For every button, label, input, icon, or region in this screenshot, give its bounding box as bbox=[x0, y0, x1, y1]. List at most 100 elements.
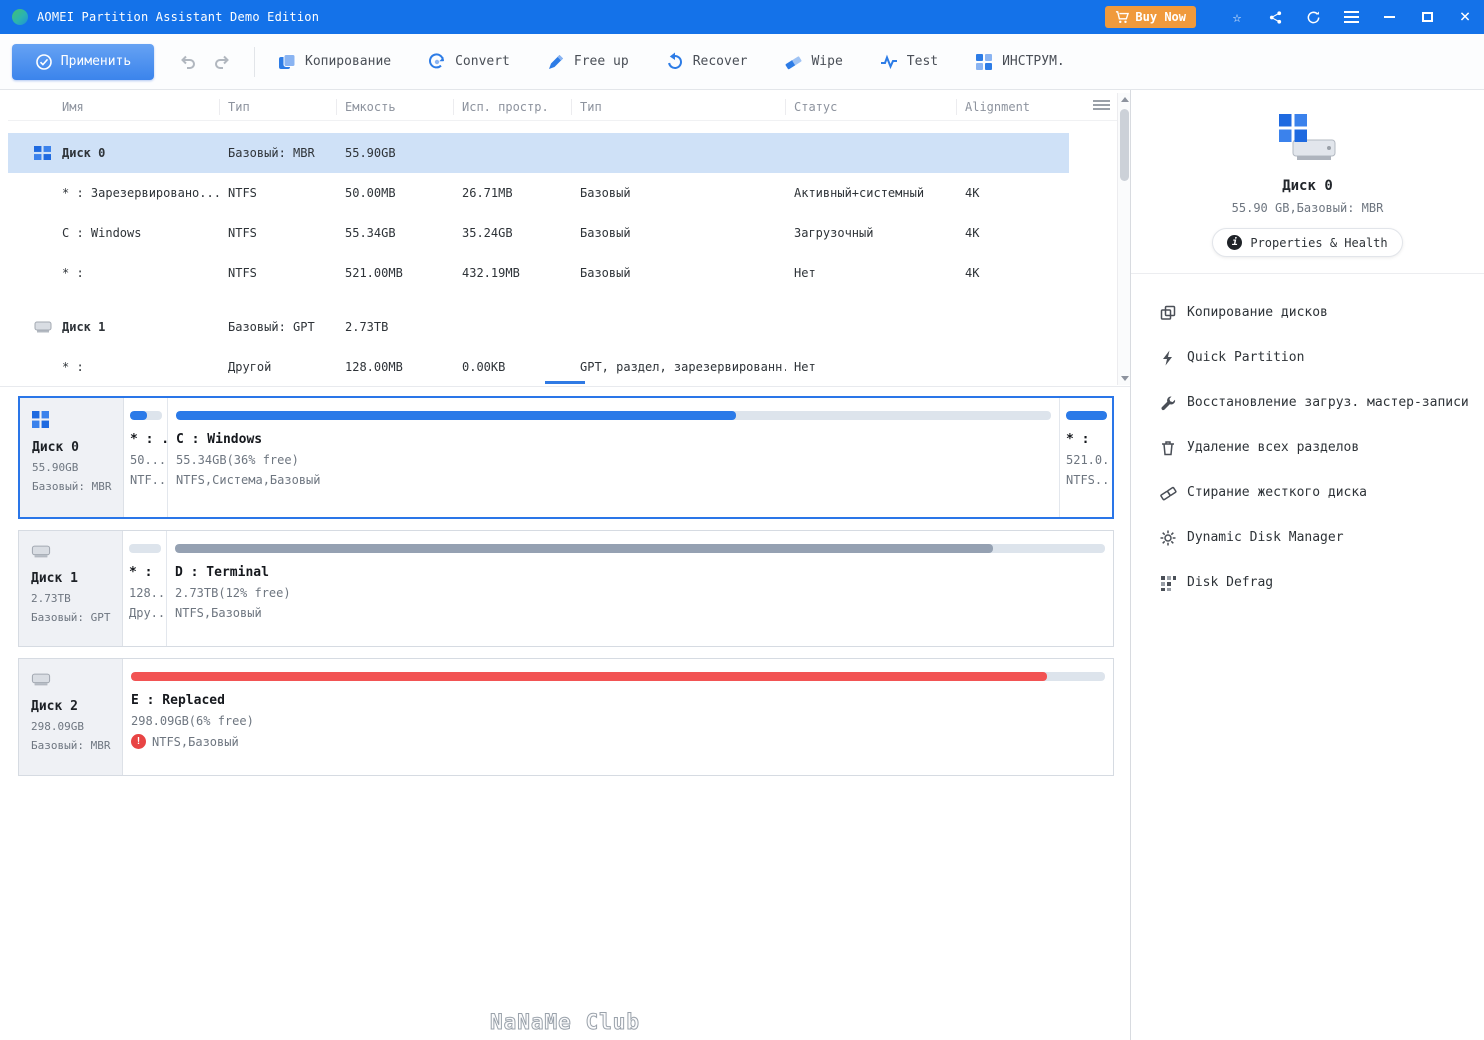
partition-cell-system[interactable]: * : 521.0... NTFS... bbox=[1060, 398, 1112, 517]
column-header-type[interactable]: Тип bbox=[572, 98, 786, 115]
column-header-name[interactable]: Имя bbox=[8, 98, 220, 115]
toolbar-item-freeup[interactable]: Free up bbox=[546, 52, 629, 72]
defrag-icon bbox=[1161, 575, 1176, 591]
sidebar-item-quick-partition[interactable]: Quick Partition bbox=[1131, 335, 1484, 380]
properties-health-label: Properties & Health bbox=[1250, 235, 1388, 250]
wrench-icon bbox=[1161, 395, 1176, 410]
buy-now-button[interactable]: Buy Now bbox=[1105, 6, 1196, 28]
convert-icon bbox=[429, 52, 445, 68]
sync-icon[interactable] bbox=[1294, 0, 1332, 34]
toolbar-item-label: Recover bbox=[692, 54, 748, 69]
favorites-icon[interactable]: ☆ bbox=[1218, 0, 1256, 34]
partition-cell-c-windows[interactable]: C : Windows 55.34GB(36% free) NTFS,Систе… bbox=[168, 398, 1060, 517]
recover-icon bbox=[667, 52, 682, 69]
table-row-partition[interactable]: * : Другой 128.00MB 0.00KB GPT, раздел, … bbox=[8, 347, 1069, 387]
sidebar-item-rebuild-mbr[interactable]: Восстановление загруз. мастер-записи bbox=[1131, 380, 1484, 425]
sidebar-item-delete-partitions[interactable]: Удаление всех разделов bbox=[1131, 425, 1484, 470]
partition-name: * : bbox=[129, 565, 153, 580]
apply-label: Применить bbox=[60, 54, 132, 69]
sidebar-item-disk-defrag[interactable]: Disk Defrag bbox=[1131, 560, 1484, 605]
cell-fs: Базовый: GPT bbox=[228, 320, 315, 334]
menu-icon[interactable] bbox=[1332, 0, 1370, 34]
usage-bar bbox=[131, 672, 1105, 681]
maximize-button[interactable] bbox=[1408, 0, 1446, 34]
cell-type: GPT, раздел, зарезервированн... bbox=[580, 360, 786, 374]
table-row-disk1[interactable]: Диск 1 Базовый: GPT 2.73TB bbox=[8, 307, 1069, 347]
toolbar-item-label: ИНСТРУМ. bbox=[1002, 54, 1065, 69]
vertical-scrollbar[interactable] bbox=[1117, 93, 1130, 385]
sidebar-item-label: Восстановление загруз. мастер-записи bbox=[1187, 395, 1469, 410]
table-row-partition[interactable]: * : Зарезервировано... NTFS 50.00MB 26.7… bbox=[8, 173, 1069, 213]
sidebar-item-label: Копирование дисков bbox=[1187, 305, 1328, 320]
close-button[interactable]: × bbox=[1446, 0, 1484, 34]
disk2-info-panel[interactable]: Диск 2 298.09GB Базовый: MBR bbox=[19, 659, 123, 775]
partition-fs: NTF... bbox=[130, 473, 167, 487]
redo-button[interactable] bbox=[210, 50, 234, 74]
sidebar-item-dynamic-disk-manager[interactable]: Dynamic Disk Manager bbox=[1131, 515, 1484, 560]
toolbar-item-copy[interactable]: Копирование bbox=[277, 52, 391, 72]
disk-visual-0[interactable]: Диск 0 55.90GB Базовый: MBR * : ... 50..… bbox=[18, 396, 1114, 519]
partition-size: 128.... bbox=[129, 586, 166, 600]
cell-alignment: 4K bbox=[965, 186, 980, 200]
partition-size: 521.0... bbox=[1066, 453, 1112, 467]
table-header: Имя Тип Емкость Исп. простр. Тип Статус … bbox=[8, 93, 1117, 121]
horizontal-scroll-thumb[interactable] bbox=[545, 381, 585, 384]
disk-visual-2[interactable]: Диск 2 298.09GB Базовый: MBR E : Replace… bbox=[18, 658, 1114, 776]
sidebar-item-label: Стирание жесткого диска bbox=[1187, 485, 1368, 500]
share-icon[interactable] bbox=[1256, 0, 1294, 34]
disk-style: Базовый: MBR bbox=[32, 480, 112, 493]
cell-capacity: 55.90GB bbox=[345, 146, 396, 160]
drive-icon bbox=[31, 544, 51, 563]
main-panel: Имя Тип Емкость Исп. простр. Тип Статус … bbox=[0, 90, 1130, 1040]
usage-bar bbox=[129, 544, 161, 553]
toolbar-item-tools[interactable]: ИНСТРУМ. bbox=[974, 52, 1065, 72]
minimize-button[interactable] bbox=[1370, 0, 1408, 34]
windows-disk-icon bbox=[34, 146, 51, 160]
disk-size: 2.73TB bbox=[31, 592, 71, 605]
partition-fs: NTFS,Базовый bbox=[152, 734, 239, 749]
apply-button[interactable]: Применить bbox=[12, 43, 154, 80]
info-icon: i bbox=[1227, 235, 1243, 250]
partition-name: * : ... bbox=[130, 432, 167, 447]
disk-size: 55.90GB bbox=[32, 461, 79, 474]
selected-disk-info: 55.90 GB,Базовый: MBR bbox=[1231, 201, 1384, 215]
disk1-info-panel[interactable]: Диск 1 2.73TB Базовый: GPT bbox=[19, 531, 123, 646]
column-settings-icon[interactable] bbox=[1093, 98, 1110, 112]
toolbar-item-wipe[interactable]: Wipe bbox=[783, 52, 843, 72]
partition-cell-d-terminal[interactable]: D : Terminal 2.73TB(12% free) NTFS,Базов… bbox=[167, 531, 1113, 646]
table-row-partition[interactable]: C : Windows NTFS 55.34GB 35.24GB Базовый… bbox=[8, 213, 1069, 253]
app-window: AOMEI Partition Assistant Demo Edition B… bbox=[0, 0, 1484, 1040]
table-row-partition[interactable]: * : NTFS 521.00MB 432.19MB Базовый Нет 4… bbox=[8, 253, 1069, 293]
toolbar-item-label: Wipe bbox=[811, 54, 843, 69]
toolbar-divider bbox=[254, 46, 255, 77]
toolbar-item-test[interactable]: Test bbox=[879, 52, 938, 72]
table-divider bbox=[0, 386, 1130, 387]
cell-fs: Базовый: MBR bbox=[228, 146, 315, 160]
partition-cell-reserved[interactable]: * : 128.... Дру... bbox=[123, 531, 167, 646]
drive-icon bbox=[34, 320, 52, 334]
partition-size: 50.... bbox=[130, 453, 167, 467]
partition-cell-reserved[interactable]: * : ... 50.... NTF... bbox=[124, 398, 168, 517]
sidebar-item-copy-disks[interactable]: Копирование дисков bbox=[1131, 290, 1484, 335]
toolbar-item-recover[interactable]: Recover bbox=[665, 52, 748, 72]
disk0-info-panel[interactable]: Диск 0 55.90GB Базовый: MBR bbox=[20, 398, 124, 517]
usage-bar bbox=[176, 411, 1051, 420]
cell-status: Загрузочный bbox=[794, 226, 874, 240]
sidebar-item-wipe-disk[interactable]: Стирание жесткого диска bbox=[1131, 470, 1484, 515]
column-header-fs[interactable]: Тип bbox=[220, 98, 337, 115]
scroll-thumb[interactable] bbox=[1120, 109, 1129, 181]
partition-cell-e-replaced[interactable]: E : Replaced 298.09GB(6% free) ! NTFS,Баз… bbox=[123, 659, 1113, 775]
undo-button[interactable] bbox=[176, 50, 200, 74]
properties-health-button[interactable]: i Properties & Health bbox=[1212, 228, 1403, 257]
column-header-status[interactable]: Статус bbox=[786, 98, 957, 115]
column-header-capacity[interactable]: Емкость bbox=[337, 98, 454, 115]
table-row-disk0[interactable]: Диск 0 Базовый: MBR 55.90GB bbox=[8, 133, 1069, 173]
toolbar-item-convert[interactable]: Convert bbox=[427, 52, 510, 72]
usage-bar bbox=[175, 544, 1105, 553]
column-header-used[interactable]: Исп. простр. bbox=[454, 98, 572, 115]
cell-capacity: 50.00MB bbox=[345, 186, 396, 200]
sidebar-item-label: Disk Defrag bbox=[1187, 575, 1274, 590]
sidebar-item-label: Quick Partition bbox=[1187, 350, 1305, 365]
partition-fs-row: ! NTFS,Базовый bbox=[131, 734, 1105, 749]
disk-visual-1[interactable]: Диск 1 2.73TB Базовый: GPT * : 128.... Д… bbox=[18, 530, 1114, 647]
